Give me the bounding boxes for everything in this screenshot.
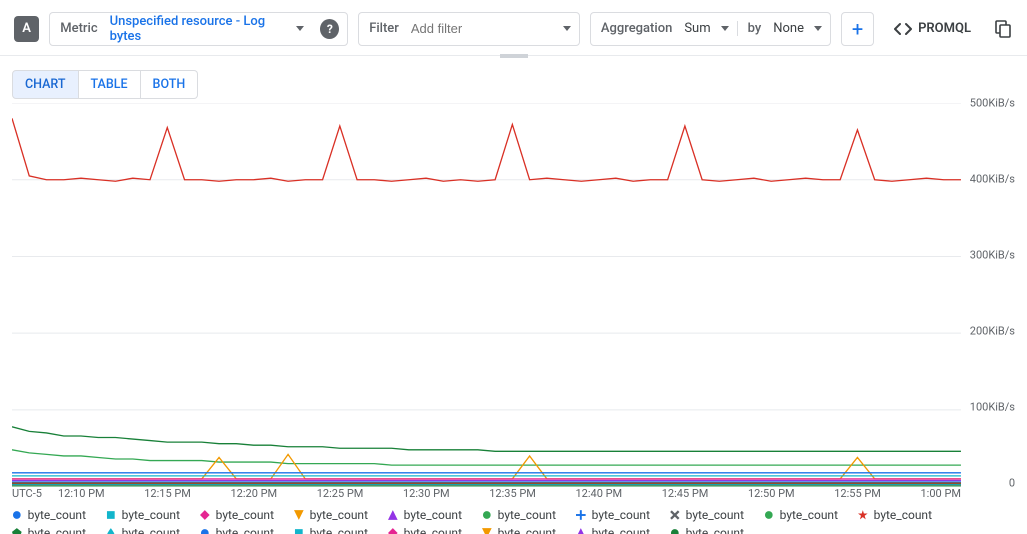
legend-label: byte_count [122, 526, 180, 534]
legend-label: byte_count [498, 526, 556, 534]
y-axis: 0100KiB/s200KiB/s300KiB/s400KiB/s500KiB/… [961, 103, 1015, 483]
metric-value[interactable]: Unspecified resource - Log bytes [108, 14, 319, 44]
chart-area: 0100KiB/s200KiB/s300KiB/s400KiB/s500KiB/… [12, 103, 1015, 500]
legend-label: byte_count [310, 526, 368, 534]
x-tick-label: 12:25 PM [317, 487, 364, 500]
chart-legend: byte_count byte_count byte_count byte_count… [0, 500, 1027, 534]
chevron-down-icon[interactable] [721, 26, 729, 31]
x-tick-label: 12:45 PM [662, 487, 709, 500]
query-letter-badge: A [14, 16, 39, 42]
legend-label: byte_count [122, 508, 180, 522]
by-value[interactable]: None [771, 21, 810, 36]
legend-item[interactable]: byte_count [200, 508, 274, 522]
copy-icon[interactable] [995, 20, 1011, 38]
x-tick-label: 12:10 PM [58, 487, 105, 500]
legend-item[interactable]: byte_count [200, 526, 274, 534]
legend-item[interactable]: byte_count [576, 526, 650, 534]
aggregation-group: Aggregation Sum by None [590, 12, 831, 46]
y-tick-label: 500KiB/s [970, 97, 1015, 110]
chevron-down-icon [296, 26, 304, 31]
metric-value-text: Unspecified resource - Log bytes [110, 14, 293, 44]
help-icon[interactable]: ? [320, 19, 339, 39]
legend-label: byte_count [28, 508, 86, 522]
legend-item[interactable]: byte_count [12, 526, 86, 534]
code-icon [894, 22, 912, 36]
tab-table[interactable]: TABLE [79, 70, 141, 99]
y-tick-label: 200KiB/s [970, 325, 1015, 338]
legend-label: byte_count [686, 526, 744, 534]
legend-item[interactable]: byte_count [106, 526, 180, 534]
legend-item[interactable]: byte_count [670, 508, 744, 522]
y-tick-label: 300KiB/s [970, 249, 1015, 262]
x-tick-label: 1:00 PM [921, 487, 961, 500]
promql-toggle[interactable]: PROMQL [894, 21, 971, 36]
legend-label: byte_count [310, 508, 368, 522]
legend-item[interactable]: byte_count [388, 526, 462, 534]
chart-plot[interactable] [12, 103, 961, 483]
by-label: by [737, 21, 772, 36]
x-tick-label: 12:35 PM [489, 487, 536, 500]
legend-item[interactable]: byte_count [482, 508, 556, 522]
x-axis: UTC-5 12:10 PM 12:15 PM 12:20 PM 12:25 PM 12… [12, 487, 1015, 500]
legend-item[interactable]: byte_count [388, 508, 462, 522]
x-tick-label: 12:30 PM [403, 487, 450, 500]
legend-label: byte_count [404, 508, 462, 522]
legend-item[interactable]: byte_count [294, 526, 368, 534]
aggregation-label: Aggregation [591, 21, 682, 36]
metric-label: Metric [50, 21, 107, 36]
legend-label: byte_count [216, 508, 274, 522]
tab-both[interactable]: BOTH [141, 70, 199, 99]
legend-label: byte_count [592, 526, 650, 534]
tab-chart[interactable]: CHART [12, 70, 79, 99]
legend-item[interactable]: byte_count [106, 508, 180, 522]
legend-item[interactable]: byte_count [12, 508, 86, 522]
y-tick-label: 100KiB/s [970, 401, 1015, 414]
legend-item[interactable]: byte_count [670, 526, 744, 534]
legend-label: byte_count [686, 508, 744, 522]
filter-input[interactable] [409, 14, 559, 44]
x-tick-label: 12:55 PM [834, 487, 881, 500]
aggregation-value[interactable]: Sum [682, 21, 716, 36]
filter-group: Filter [358, 12, 580, 46]
legend-item[interactable]: byte_count [482, 526, 556, 534]
x-tick-label: 12:40 PM [576, 487, 623, 500]
x-tick-label: 12:20 PM [231, 487, 278, 500]
chevron-down-icon[interactable] [563, 26, 571, 31]
legend-label: byte_count [28, 526, 86, 534]
legend-label: byte_count [592, 508, 650, 522]
chevron-down-icon[interactable] [814, 26, 822, 31]
legend-item[interactable]: byte_count [576, 508, 650, 522]
metric-selector[interactable]: Metric Unspecified resource - Log bytes … [49, 12, 348, 46]
legend-item[interactable]: byte_count [294, 508, 368, 522]
y-tick-label: 0 [1009, 477, 1015, 490]
promql-label: PROMQL [918, 21, 971, 36]
filter-label: Filter [359, 21, 409, 36]
add-query-button[interactable]: + [841, 12, 874, 46]
legend-label: byte_count [404, 526, 462, 534]
legend-label: byte_count [874, 508, 932, 522]
drag-handle[interactable] [500, 54, 528, 58]
x-tick-label: 12:50 PM [748, 487, 795, 500]
legend-label: byte_count [498, 508, 556, 522]
query-toolbar: A Metric Unspecified resource - Log byte… [0, 0, 1027, 56]
view-tabs: CHART TABLE BOTH [12, 70, 1027, 99]
legend-label: byte_count [216, 526, 274, 534]
y-tick-label: 400KiB/s [970, 173, 1015, 186]
x-tick-label: 12:15 PM [144, 487, 191, 500]
legend-item[interactable]: byte_count [764, 508, 838, 522]
timezone-label: UTC-5 [12, 487, 58, 500]
legend-label: byte_count [780, 508, 838, 522]
legend-item[interactable]: byte_count [858, 508, 932, 522]
